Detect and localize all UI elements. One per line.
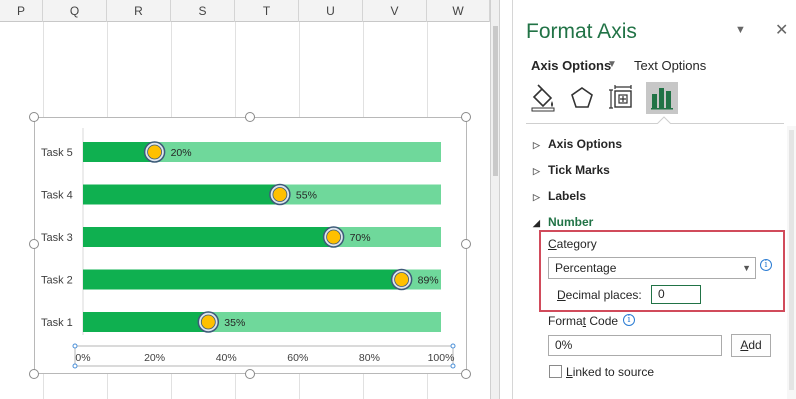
section-number[interactable]: ◢ Number bbox=[533, 215, 593, 229]
section-axis-options[interactable]: ▷ Axis Options bbox=[533, 137, 622, 151]
axis-options-dropdown-icon[interactable]: ▼ bbox=[607, 59, 617, 70]
fill-line-icon[interactable] bbox=[527, 82, 559, 114]
column-header-s[interactable]: S bbox=[171, 0, 235, 22]
category-select[interactable]: Percentage ▼ bbox=[548, 257, 756, 279]
column-header-v[interactable]: V bbox=[363, 0, 427, 22]
linked-to-source-checkbox[interactable] bbox=[549, 365, 562, 378]
progress-bar[interactable] bbox=[83, 269, 402, 290]
progress-bar[interactable] bbox=[83, 227, 334, 247]
axis-selection-handle[interactable] bbox=[450, 343, 456, 349]
column-header-row: PQRSTUVW bbox=[0, 0, 490, 22]
tab-text-options[interactable]: Text Options bbox=[634, 58, 706, 73]
progress-chart[interactable]: Task 1 35% Task 2 89% Task 3 70% Task 4 55% Task… bbox=[35, 118, 468, 375]
add-button[interactable]: Add bbox=[731, 334, 771, 357]
axis-selection-handle[interactable] bbox=[72, 343, 78, 349]
pane-divider bbox=[526, 123, 784, 124]
category-select-value: Percentage bbox=[555, 261, 617, 275]
decimal-places-input[interactable]: 0 bbox=[651, 285, 701, 304]
data-label[interactable]: 55% bbox=[296, 190, 317, 202]
tab-axis-options[interactable]: Axis Options bbox=[531, 58, 611, 73]
data-label[interactable]: 20% bbox=[171, 147, 192, 159]
category-label[interactable]: Task 1 bbox=[41, 317, 73, 329]
data-label[interactable]: 89% bbox=[418, 275, 439, 287]
value-axis-tick-label[interactable]: 40% bbox=[216, 352, 237, 364]
column-header-r[interactable]: R bbox=[107, 0, 171, 22]
data-label[interactable]: 35% bbox=[224, 317, 245, 329]
decimal-places-label: Decimal places: bbox=[557, 288, 642, 302]
pane-scroll-thumb[interactable] bbox=[789, 130, 794, 390]
category-label[interactable]: Task 2 bbox=[41, 275, 73, 287]
format-code-label-b: Code bbox=[586, 314, 619, 328]
pane-vertical-scrollbar[interactable] bbox=[787, 126, 796, 399]
value-axis-tick-label[interactable]: 0% bbox=[75, 352, 90, 364]
axis-selection-handle[interactable] bbox=[72, 363, 78, 369]
chart-resize-handle[interactable] bbox=[29, 112, 39, 122]
section-labels[interactable]: ▷ Labels bbox=[533, 189, 586, 203]
add-button-rest: dd bbox=[748, 338, 762, 352]
progress-marker[interactable] bbox=[326, 229, 342, 245]
value-axis-tick-label[interactable]: 20% bbox=[144, 352, 165, 364]
chart-resize-handle[interactable] bbox=[29, 369, 39, 379]
linked-label-rest: inked to source bbox=[572, 365, 655, 379]
chart-area[interactable]: Task 1 35% Task 2 89% Task 3 70% Task 4 55% Task… bbox=[34, 117, 467, 374]
format-code-input[interactable]: 0% bbox=[548, 335, 722, 356]
format-code-label-a: Forma bbox=[548, 314, 583, 328]
linked-to-source-label[interactable]: Linked to source bbox=[566, 365, 654, 379]
expand-triangle-icon: ▷ bbox=[533, 140, 540, 150]
column-header-p[interactable]: P bbox=[0, 0, 43, 22]
sheet-scroll-thumb[interactable] bbox=[493, 26, 498, 176]
close-icon[interactable]: ✕ bbox=[775, 20, 788, 40]
column-header-u[interactable]: U bbox=[299, 0, 363, 22]
chart-resize-handle[interactable] bbox=[461, 239, 471, 249]
progress-bar[interactable] bbox=[83, 184, 280, 205]
expand-triangle-icon: ▷ bbox=[533, 166, 540, 176]
category-info-icon[interactable]: i bbox=[760, 259, 772, 271]
value-axis-tick-label[interactable]: 100% bbox=[428, 352, 455, 364]
value-axis-tick-label[interactable]: 80% bbox=[359, 352, 380, 364]
decimal-places-label-rest: ecimal places: bbox=[565, 288, 642, 302]
category-label[interactable]: Task 3 bbox=[41, 232, 73, 244]
format-code-label: Format Code bbox=[548, 314, 618, 328]
spreadsheet-area[interactable]: PQRSTUVW Task 1 35% Task 2 89% Task 3 70% Task… bbox=[0, 0, 490, 399]
progress-marker[interactable] bbox=[272, 187, 288, 202]
category-label-rest: ategory bbox=[556, 237, 597, 251]
collapse-triangle-icon: ◢ bbox=[533, 218, 540, 228]
value-axis-tick-label[interactable]: 60% bbox=[287, 352, 308, 364]
section-tick-marks-label: Tick Marks bbox=[548, 163, 610, 177]
progress-bar[interactable] bbox=[83, 312, 209, 332]
expand-triangle-icon: ▷ bbox=[533, 192, 540, 202]
section-tick-marks[interactable]: ▷ Tick Marks bbox=[533, 163, 610, 177]
chevron-down-icon[interactable]: ▼ bbox=[742, 258, 751, 278]
linked-accel: L bbox=[566, 365, 573, 379]
chart-resize-handle[interactable] bbox=[245, 369, 255, 379]
chart-resize-handle[interactable] bbox=[461, 112, 471, 122]
pane-options-chevron-down-icon[interactable]: ▼ bbox=[735, 24, 746, 36]
category-label: Category bbox=[548, 237, 597, 251]
category-label[interactable]: Task 4 bbox=[41, 190, 73, 202]
active-category-pointer bbox=[657, 116, 671, 124]
section-axis-options-label: Axis Options bbox=[548, 137, 623, 151]
axis-selection-handle[interactable] bbox=[450, 363, 456, 369]
format-axis-pane: Format Axis ▼ ✕ Axis Options ▼ Text Opti… bbox=[512, 0, 796, 399]
category-label[interactable]: Task 5 bbox=[41, 147, 73, 159]
size-properties-icon[interactable] bbox=[606, 82, 638, 114]
column-header-t[interactable]: T bbox=[235, 0, 299, 22]
chart-resize-handle[interactable] bbox=[245, 112, 255, 122]
pane-title: Format Axis bbox=[526, 20, 637, 43]
section-number-label: Number bbox=[548, 215, 594, 229]
progress-marker[interactable] bbox=[147, 144, 162, 160]
chart-resize-handle[interactable] bbox=[461, 369, 471, 379]
format-code-info-icon[interactable]: i bbox=[623, 314, 635, 326]
section-labels-label: Labels bbox=[548, 189, 587, 203]
progress-marker[interactable] bbox=[394, 272, 410, 287]
progress-marker[interactable] bbox=[200, 314, 216, 330]
column-header-w[interactable]: W bbox=[427, 0, 490, 22]
sheet-vertical-scrollbar[interactable] bbox=[490, 0, 500, 399]
chart-resize-handle[interactable] bbox=[29, 239, 39, 249]
data-label[interactable]: 70% bbox=[350, 232, 371, 244]
axis-options-bar-chart-icon[interactable] bbox=[646, 82, 678, 114]
effects-pentagon-icon[interactable] bbox=[566, 82, 598, 114]
column-header-q[interactable]: Q bbox=[43, 0, 107, 22]
